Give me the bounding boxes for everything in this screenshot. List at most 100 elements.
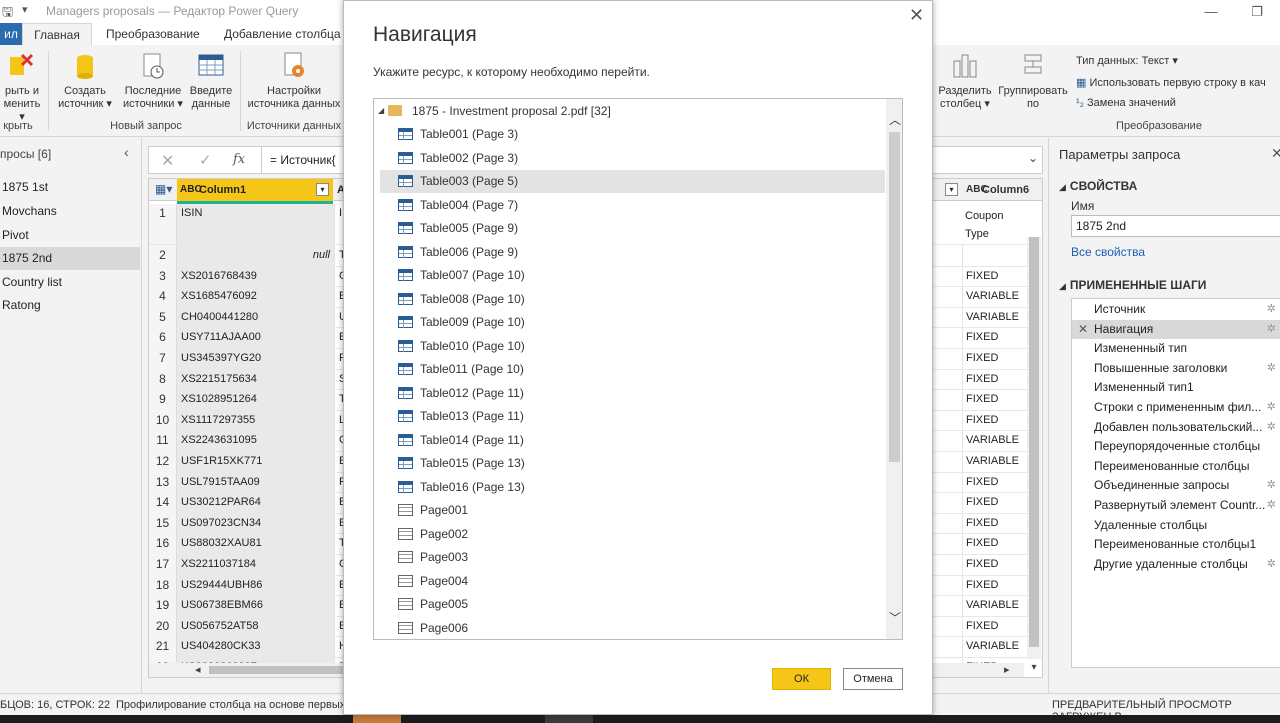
table-cell[interactable]: US097023CN34: [177, 512, 335, 534]
delete-step-icon[interactable]: ✕: [1078, 320, 1088, 339]
tree-item[interactable]: Table005 (Page 9): [380, 217, 885, 240]
tree-item[interactable]: Table015 (Page 13): [380, 452, 885, 475]
table-cell[interactable]: VARIABLE: [962, 595, 1026, 616]
column1-header[interactable]: ABC Column1 ▾: [177, 179, 333, 201]
table-cell[interactable]: US404280CK33: [177, 636, 335, 657]
fx-icon[interactable]: fx: [233, 152, 245, 167]
scroll-thumb[interactable]: [209, 666, 349, 674]
restore-button[interactable]: ❐: [1234, 0, 1280, 23]
row-number[interactable]: 21: [149, 636, 177, 657]
table-cell[interactable]: US06738EBM66: [177, 595, 335, 616]
properties-section-header[interactable]: ◢ СВОЙСТВА: [1059, 179, 1137, 193]
tab-add-column[interactable]: Добавление столбца: [216, 23, 349, 45]
scroll-left-icon[interactable]: ◂: [195, 663, 201, 676]
row-number[interactable]: 10: [149, 409, 177, 431]
query-item[interactable]: Ratong: [0, 294, 140, 317]
scroll-down-icon[interactable]: ▾: [1027, 662, 1041, 673]
scroll-right-icon[interactable]: ▸: [1004, 663, 1010, 676]
step-settings-gear-icon[interactable]: ✲: [1267, 496, 1276, 515]
close-dialog-icon[interactable]: ✕: [909, 5, 924, 26]
applied-step[interactable]: Переупорядоченные столбцы: [1072, 437, 1280, 456]
tree-item[interactable]: Page004: [380, 570, 885, 593]
applied-step[interactable]: Другие удаленные столбцы ✲: [1072, 555, 1280, 574]
applied-step[interactable]: Измененный тип1: [1072, 378, 1280, 397]
table-cell[interactable]: null: [177, 245, 335, 266]
tree-item[interactable]: Table014 (Page 11): [380, 429, 885, 452]
tree-item[interactable]: Table011 (Page 10): [380, 358, 885, 381]
tab-home[interactable]: Главная: [22, 23, 92, 45]
scroll-thumb[interactable]: [1029, 237, 1039, 647]
tree-item[interactable]: Table004 (Page 7): [380, 194, 885, 217]
table-cell[interactable]: Coupon: [962, 207, 1026, 225]
tree-item[interactable]: Table003 (Page 5): [380, 170, 885, 193]
step-settings-gear-icon[interactable]: ✲: [1267, 398, 1276, 417]
applied-step[interactable]: Строки с примененным фил... ✲: [1072, 398, 1280, 417]
table-cell[interactable]: FIXED: [962, 368, 1026, 390]
table-cell[interactable]: XS1685476092: [177, 286, 335, 307]
table-cell[interactable]: VARIABLE: [962, 306, 1026, 328]
table-cell[interactable]: FIXED: [962, 512, 1026, 534]
tree-item[interactable]: Table013 (Page 11): [380, 405, 885, 428]
tree-vertical-scrollbar[interactable]: ︿ ﹀: [886, 99, 902, 639]
table-cell[interactable]: FIXED: [962, 533, 1026, 554]
close-settings-icon[interactable]: ✕: [1271, 145, 1280, 162]
table-cell[interactable]: VARIABLE: [962, 636, 1026, 657]
save-icon[interactable]: 🖫: [2, 3, 13, 25]
step-settings-gear-icon[interactable]: ✲: [1267, 476, 1276, 495]
applied-step[interactable]: Удаленные столбцы: [1072, 516, 1280, 535]
tree-item[interactable]: Table008 (Page 10): [380, 288, 885, 311]
replace-values-button[interactable]: ¹₂ Замена значений: [1076, 97, 1176, 109]
table-cell[interactable]: XS2016768439: [177, 265, 335, 287]
collapse-pane-icon[interactable]: ‹: [124, 144, 129, 160]
tree-item[interactable]: Page006: [380, 617, 885, 640]
table-cell[interactable]: ISIN: [177, 204, 335, 244]
query-item[interactable]: Country list: [0, 271, 140, 294]
applied-step[interactable]: Источник ✲: [1072, 300, 1280, 319]
grid-vertical-scrollbar[interactable]: ▾: [1027, 237, 1041, 673]
query-item[interactable]: Movchans: [0, 200, 140, 223]
query-name-input[interactable]: [1071, 215, 1280, 237]
table-cell[interactable]: US88032XAU81: [177, 533, 335, 554]
query-item-selected[interactable]: 1875 2nd: [0, 247, 140, 270]
step-settings-gear-icon[interactable]: ✲: [1267, 300, 1276, 319]
table-cell[interactable]: FIXED: [962, 615, 1026, 637]
query-item[interactable]: 1875 1st: [0, 176, 140, 199]
query-item[interactable]: Pivot: [0, 224, 140, 247]
row-number[interactable]: 18: [149, 574, 177, 596]
row-number[interactable]: 9: [149, 389, 177, 410]
applied-step[interactable]: Объединенные запросы ✲: [1072, 476, 1280, 495]
expand-formula-icon[interactable]: ⌄: [1028, 151, 1038, 165]
row-number[interactable]: 4: [149, 286, 177, 307]
applied-steps-section-header[interactable]: ◢ ПРИМЕНЕННЫЕ ШАГИ: [1059, 278, 1206, 292]
cancel-formula-icon[interactable]: ✕: [161, 151, 174, 171]
row-number[interactable]: 7: [149, 348, 177, 369]
table-cell[interactable]: XS2243631095: [177, 430, 335, 451]
table-cell[interactable]: FIXED: [962, 574, 1026, 596]
scroll-up-icon[interactable]: ︿: [889, 111, 901, 128]
table-cell[interactable]: US345397YG20: [177, 348, 335, 369]
step-settings-gear-icon[interactable]: ✲: [1267, 359, 1276, 378]
applied-step[interactable]: Добавлен пользовательский... ✲: [1072, 418, 1280, 437]
table-cell[interactable]: [962, 245, 1026, 266]
row-number[interactable]: 3: [149, 265, 177, 287]
minimize-button[interactable]: —: [1188, 0, 1234, 23]
row-number[interactable]: 12: [149, 451, 177, 472]
tree-item[interactable]: Page002: [380, 523, 885, 546]
row-number[interactable]: 11: [149, 430, 177, 451]
table-cell[interactable]: US29444UBH86: [177, 574, 335, 596]
table-cell[interactable]: FIXED: [962, 389, 1026, 410]
expand-triangle-icon[interactable]: ◢: [378, 99, 384, 123]
table-cell[interactable]: USY711AJAA00: [177, 327, 335, 348]
table-cell[interactable]: FIXED: [962, 265, 1026, 287]
row-number[interactable]: 1: [149, 204, 177, 244]
row-number[interactable]: 17: [149, 554, 177, 575]
tree-item[interactable]: Page005: [380, 593, 885, 616]
table-cell[interactable]: XS1117297355: [177, 409, 335, 431]
scroll-down-icon[interactable]: ﹀: [889, 609, 901, 626]
close-apply-button[interactable]: рыть и менить ▾: [0, 51, 44, 124]
scroll-thumb[interactable]: [889, 132, 900, 462]
split-column-button[interactable]: Разделить столбец ▾: [936, 51, 994, 111]
tree-item[interactable]: Table009 (Page 10): [380, 311, 885, 334]
step-settings-gear-icon[interactable]: ✲: [1267, 418, 1276, 437]
table-cell[interactable]: FIXED: [962, 409, 1026, 431]
